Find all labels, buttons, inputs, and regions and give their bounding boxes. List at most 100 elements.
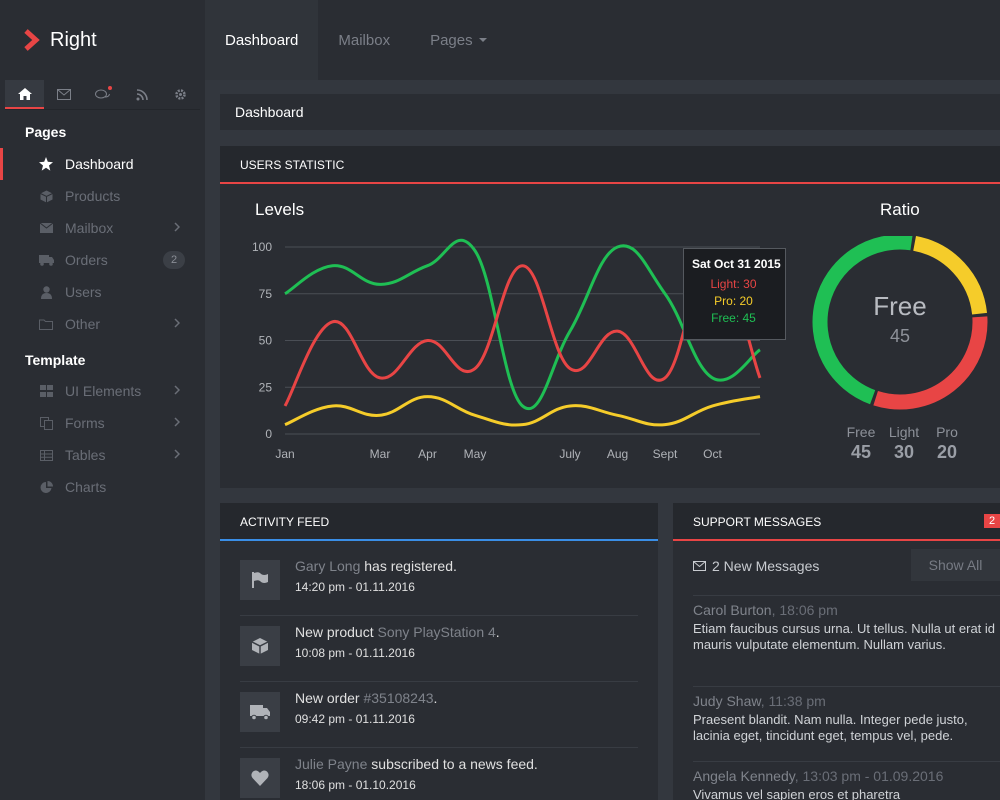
feed-link[interactable]: Julie Payne	[295, 756, 367, 772]
list-item: New order #35108243. 09:42 pm - 01.11.20…	[240, 690, 638, 748]
message-item[interactable]: Angela Kennedy, 13:03 pm - 01.09.2016 Vi…	[693, 761, 1000, 800]
brand[interactable]: Right	[0, 0, 205, 80]
sidebar-item-products[interactable]: Products	[0, 180, 205, 212]
donut-center: Free 45	[840, 291, 960, 347]
sidebar-item-orders[interactable]: Orders 2	[0, 244, 205, 276]
table-icon	[39, 449, 53, 461]
section-pages: Pages	[25, 124, 67, 140]
feed-text-pre: New product	[295, 624, 378, 640]
legend-pro: Pro 20	[926, 424, 968, 463]
chevron-right-icon	[24, 29, 40, 51]
message-body: Vivamus vel sapien eros et pharetra	[693, 787, 901, 800]
gear-icon	[175, 89, 186, 100]
sidebar-item-label: Forms	[65, 415, 105, 431]
series-line-pro[interactable]	[284, 395, 761, 427]
feed-text: Julie Payne subscribed to a news feed.	[295, 756, 538, 772]
panel-title: SUPPORT MESSAGES	[673, 503, 1000, 541]
show-all-button[interactable]: Show All	[911, 549, 1000, 581]
sidebar-item-label: Tables	[65, 447, 106, 463]
sidebar-item-charts[interactable]: Charts	[0, 471, 205, 503]
new-messages-label: 2 New Messages	[712, 558, 820, 574]
tab-mail[interactable]	[44, 80, 83, 109]
tooltip-free: Free: 45	[711, 311, 756, 325]
message-item[interactable]: Carol Burton, 18:06 pm Etiam faucibus cu…	[693, 595, 1000, 653]
comments-icon	[94, 89, 110, 98]
feed-icon-box	[240, 692, 280, 732]
legend-name: Pro	[936, 424, 958, 440]
home-icon	[17, 87, 32, 100]
feed-text-post: .	[433, 690, 438, 706]
message-author: Judy Shaw	[693, 693, 761, 709]
nav-mailbox[interactable]: Mailbox	[318, 0, 410, 80]
pie-icon	[40, 480, 53, 493]
feed-text-post: has registered.	[360, 558, 457, 574]
feed-text-pre: New order	[295, 690, 364, 706]
star-icon	[39, 157, 53, 171]
sidebar-item-tables[interactable]: Tables	[0, 439, 205, 471]
sidebar-item-users[interactable]: Users	[0, 276, 205, 308]
message-time: , 11:38 pm	[760, 693, 826, 709]
legend-light: Light 30	[883, 424, 925, 463]
feed-time: 14:20 pm - 01.11.2016	[295, 580, 415, 594]
message-author: Carol Burton	[693, 602, 772, 618]
x-tick-label: July	[559, 447, 580, 461]
sidebar-item-forms[interactable]: Forms	[0, 407, 205, 439]
sidebar-item-ui-elements[interactable]: UI Elements	[0, 375, 205, 407]
envelope-icon	[39, 223, 53, 233]
top-navigation: Dashboard Mailbox Pages	[205, 0, 1000, 80]
feed-text: New order #35108243.	[295, 690, 437, 706]
sidebar-item-dashboard[interactable]: Dashboard	[0, 148, 205, 180]
users-statistic-panel: USERS STATISTIC Levels Ratio 0 25 50 75 100 J…	[220, 146, 1000, 488]
message-body: Etiam faucibus cursus urna. Ut tellus. N…	[693, 621, 996, 652]
x-tick-label: Mar	[370, 447, 391, 461]
chevron-right-icon	[174, 318, 180, 328]
user-icon	[40, 285, 52, 299]
sidebar-item-label: Other	[65, 316, 101, 332]
feed-link[interactable]: Sony PlayStation 4	[377, 624, 495, 640]
ratio-title: Ratio	[880, 200, 920, 219]
brand-name: Right	[50, 28, 97, 51]
chevron-right-icon	[174, 222, 180, 232]
legend-free: Free 45	[840, 424, 882, 463]
sidebar-item-label: Orders	[65, 252, 108, 268]
tab-home[interactable]	[5, 80, 44, 109]
y-tick-label: 0	[265, 427, 272, 441]
x-tick-label: Jan	[275, 447, 294, 461]
panel-title: USERS STATISTIC	[220, 146, 1000, 184]
sidebar-item-label: Products	[65, 188, 121, 204]
sidebar-item-label: Mailbox	[65, 220, 114, 236]
notification-dot	[108, 86, 112, 90]
feed-text-post: subscribed to a news feed.	[367, 756, 538, 772]
donut-center-label: Free	[873, 291, 927, 321]
message-item[interactable]: Judy Shaw, 11:38 pm Praesent blandit. Na…	[693, 686, 1000, 744]
message-header: Judy Shaw, 11:38 pm	[693, 693, 1000, 709]
chevron-right-icon	[174, 417, 180, 427]
message-body: Praesent blandit. Nam nulla. Integer ped…	[693, 712, 968, 743]
message-time: , 18:06 pm	[771, 602, 838, 618]
message-author: Angela Kennedy	[693, 768, 795, 784]
tab-chat[interactable]	[83, 80, 122, 109]
x-tick-label: Oct	[703, 447, 722, 461]
new-messages: 2 New Messages	[693, 558, 819, 574]
nav-dashboard[interactable]: Dashboard	[205, 0, 319, 80]
feed-link[interactable]: #35108243	[363, 690, 433, 706]
x-tick-label: May	[464, 447, 487, 461]
legend-name: Light	[888, 424, 920, 440]
legend-value: 30	[893, 442, 915, 462]
donut-center-value: 45	[889, 326, 911, 346]
sidebar-item-mailbox[interactable]: Mailbox	[0, 212, 205, 244]
sidebar-item-other[interactable]: Other	[0, 308, 205, 340]
sidebar: Right Pages Dashboard Products Mailbox O…	[0, 0, 205, 800]
message-header: Carol Burton, 18:06 pm	[693, 602, 1000, 618]
tooltip-light: Light: 30	[710, 277, 757, 291]
sidebar-item-label: Charts	[65, 479, 107, 495]
feed-time: 18:06 pm - 01.10.2016	[295, 778, 416, 792]
tab-rss[interactable]	[122, 80, 161, 109]
tab-settings[interactable]	[161, 80, 200, 109]
heart-icon	[251, 770, 269, 786]
feed-time: 10:08 pm - 01.11.2016	[295, 646, 415, 660]
legend-name: Free	[846, 424, 876, 440]
nav-pages[interactable]: Pages	[410, 0, 507, 80]
feed-text: New product Sony PlayStation 4.	[295, 624, 500, 640]
feed-link[interactable]: Gary Long	[295, 558, 360, 574]
